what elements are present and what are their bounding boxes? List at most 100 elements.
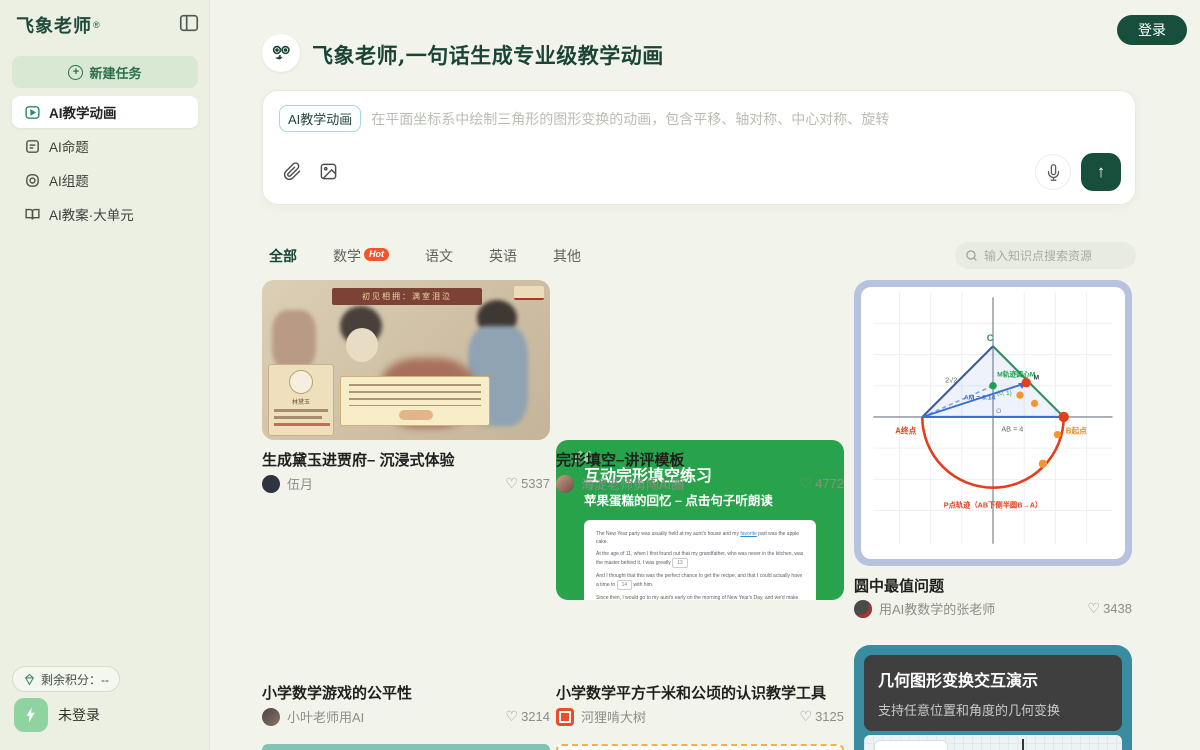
corner-chip: [514, 286, 544, 300]
card-author-row: 河狸啃大树 ♡3125: [556, 707, 844, 726]
logo-text: 飞象老师: [16, 12, 92, 38]
heart-icon: ♡: [800, 475, 813, 492]
svg-text:M: M: [1034, 375, 1040, 382]
svg-text:P点轨迹（AB下侧半圆B→A）: P点轨迹（AB下侧半圆B→A）: [944, 500, 1043, 509]
microphone-button[interactable]: [1035, 154, 1071, 190]
sidebar-item-label: AI命题: [49, 136, 89, 156]
card-circle-thumbnail[interactable]: C 2√2 M轨迹圆心M (0, 1) M AM = 3.14 AB = 4 O…: [854, 280, 1132, 566]
prompt-placeholder: 在平面坐标系中绘制三角形的图形变换的动画，包含平移、轴对称、中心对称、旋转: [371, 109, 889, 129]
decor-line: [274, 409, 328, 412]
search-input[interactable]: [984, 249, 1124, 263]
cloze-text-panel: The New Year party was usually held at m…: [584, 520, 816, 600]
user-account[interactable]: 未登录: [14, 698, 100, 732]
mascot-icon: [262, 34, 300, 72]
tab-chinese[interactable]: 语文: [425, 246, 453, 266]
likes[interactable]: ♡4772: [800, 475, 844, 492]
svg-text:C: C: [987, 333, 994, 343]
sidebar-item-ai-quiz[interactable]: AI组题: [12, 164, 198, 196]
logo-trademark: ®: [93, 20, 100, 30]
likes-count: 5337: [521, 476, 550, 491]
prompt-input-card[interactable]: AI教学动画 在平面坐标系中绘制三角形的图形变换的动画，包含平移、轴对称、中心对…: [262, 90, 1136, 205]
decor-figure: [272, 310, 316, 370]
character-panel: 林黛玉: [268, 364, 334, 436]
page-title: 飞象老师,一句话生成专业级教学动画: [312, 40, 664, 70]
character-avatar: [289, 370, 313, 394]
dialog-button: [399, 410, 433, 420]
heart-icon: ♡: [800, 708, 813, 725]
author-avatar: [262, 475, 280, 493]
svg-text:(0, 1): (0, 1): [997, 390, 1012, 397]
author-name: 河狸啃大树: [581, 707, 646, 726]
login-label: 登录: [1138, 20, 1166, 40]
likes-count: 3438: [1103, 601, 1132, 616]
sidebar-item-ai-animation[interactable]: AI教学动画: [12, 96, 198, 128]
author-avatar: [556, 708, 574, 726]
tab-all[interactable]: 全部: [269, 246, 297, 266]
decor-figure: [346, 328, 378, 362]
card-geometry-transform[interactable]: 几何图形变换交互演示 支持任意位置和角度的几何变换: [854, 645, 1132, 750]
resource-search[interactable]: [955, 242, 1136, 269]
points-label: 剩余积分：--: [41, 671, 109, 688]
tab-math[interactable]: 数学Hot: [333, 246, 389, 266]
sidebar-item-ai-question[interactable]: AI命题: [12, 130, 198, 162]
card-daiyu-thumbnail[interactable]: 初见相拥：满室泪泣 林黛玉: [262, 280, 550, 440]
card-author-row: 海淀老师勇闯AI圈 ♡4772: [556, 474, 844, 493]
author-avatar: [262, 708, 280, 726]
author-name: 海淀老师勇闯AI圈: [581, 474, 684, 493]
likes[interactable]: ♡5337: [506, 475, 550, 492]
geo-button: [874, 740, 948, 750]
submit-button[interactable]: ↑: [1081, 153, 1121, 191]
svg-text:2√2: 2√2: [945, 376, 957, 385]
sidebar-item-ai-lesson[interactable]: AI教案·大单元: [12, 198, 198, 230]
gem-icon: [23, 673, 36, 686]
login-status-label: 未登录: [58, 705, 100, 725]
geo-header-panel: 几何图形变换交互演示 支持任意位置和角度的几何变换: [864, 655, 1122, 731]
likes[interactable]: ♡3438: [1088, 600, 1132, 617]
prompt-mode-tag[interactable]: AI教学动画: [279, 105, 361, 132]
sidebar-item-label: AI教案·大单元: [49, 204, 134, 224]
card-title[interactable]: 完形填空–讲评模板: [556, 449, 844, 470]
new-task-label: 新建任务: [89, 63, 141, 82]
geo-canvas: [864, 735, 1122, 750]
app-logo: 飞象老师 ®: [16, 12, 194, 38]
plus-icon: +: [68, 65, 83, 80]
heart-icon: ♡: [506, 475, 519, 492]
attachment-icon[interactable]: [283, 162, 303, 182]
card-author-row: 伍月 ♡5337: [262, 474, 550, 493]
dialog-text-lines: [349, 384, 481, 406]
next-card-sliver: [262, 744, 550, 750]
likes-count: 4772: [815, 476, 844, 491]
tab-english[interactable]: 英语: [489, 246, 517, 266]
arrow-up-icon: ↑: [1097, 162, 1106, 182]
svg-text:AM = 3.14: AM = 3.14: [964, 394, 996, 401]
character-name: 林黛玉: [269, 397, 333, 406]
card-author-row: 用AI教数学的张老师 ♡3438: [854, 599, 1132, 618]
heart-icon: ♡: [1088, 600, 1101, 617]
decor-line: [274, 416, 322, 419]
tab-other[interactable]: 其他: [553, 246, 581, 266]
card-title[interactable]: 圆中最值问题: [854, 575, 1132, 596]
heart-icon: ♡: [506, 708, 519, 725]
card-title[interactable]: 小学数学游戏的公平性: [262, 682, 550, 703]
sidebar-collapse-icon[interactable]: [178, 12, 200, 34]
likes[interactable]: ♡3125: [800, 708, 844, 725]
author-name: 用AI教数学的张老师: [879, 599, 995, 618]
svg-text:B起点: B起点: [1066, 426, 1087, 436]
hot-badge: Hot: [364, 248, 389, 261]
svg-text:M轨迹圆心M: M轨迹圆心M: [997, 369, 1036, 378]
geo-subtitle: 支持任意位置和角度的几何变换: [878, 700, 1108, 719]
card-title[interactable]: 小学数学平方千米和公顷的认识教学工具: [556, 682, 844, 703]
new-task-button[interactable]: + 新建任务: [12, 56, 198, 88]
author-avatar: [854, 600, 872, 618]
points-remaining[interactable]: 剩余积分：--: [12, 666, 120, 692]
search-icon: [965, 249, 978, 262]
card-title[interactable]: 生成黛玉进贾府– 沉浸式体验: [262, 449, 550, 470]
image-upload-icon[interactable]: [319, 162, 339, 182]
login-button[interactable]: 登录: [1117, 15, 1187, 45]
svg-text:A终点: A终点: [895, 426, 916, 436]
user-avatar: [14, 698, 48, 732]
next-card-sliver: [556, 744, 844, 750]
likes[interactable]: ♡3214: [506, 708, 550, 725]
book-icon: [24, 206, 41, 223]
card-author-row: 小叶老师用AI ♡3214: [262, 707, 550, 726]
